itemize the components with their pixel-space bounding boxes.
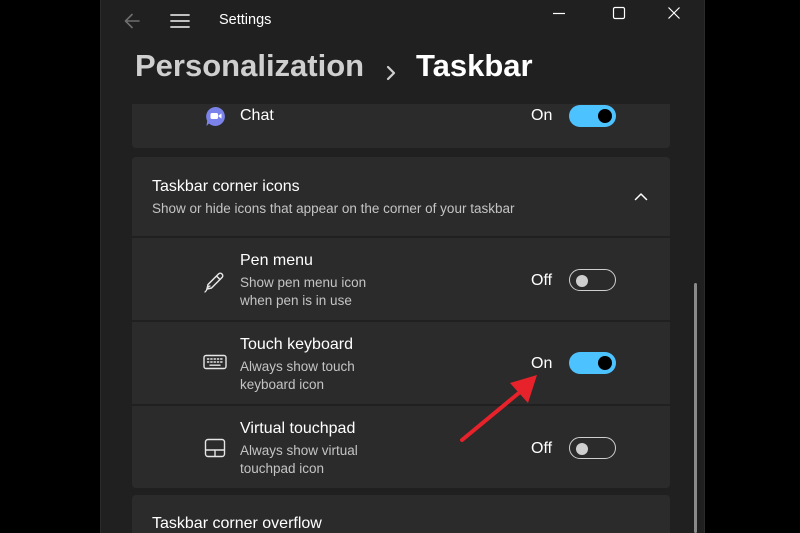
maximize-button[interactable] <box>599 0 639 28</box>
virtual-touchpad-state-label: Off <box>531 440 553 457</box>
back-button[interactable] <box>119 9 145 33</box>
close-button[interactable] <box>654 0 694 28</box>
settings-window: Settings Personalization Taskbar Chat On… <box>100 0 705 533</box>
taskbar-corner-icons-header[interactable]: Taskbar corner icons Show or hide icons … <box>132 157 670 236</box>
breadcrumb-personalization[interactable]: Personalization <box>135 48 364 84</box>
pen-menu-desc-line1: Show pen menu icon <box>240 275 367 290</box>
navigation-menu-button[interactable] <box>168 9 192 33</box>
pen-menu-state-label: Off <box>531 272 553 289</box>
close-icon <box>668 7 680 19</box>
back-arrow-icon <box>124 13 140 29</box>
overflow-section-title: Taskbar corner overflow <box>152 515 322 532</box>
pen-menu-title: Pen menu <box>240 252 313 269</box>
touch-keyboard-desc-line1: Always show touch <box>240 359 355 374</box>
chat-icon <box>204 105 228 129</box>
pen-menu-toggle[interactable] <box>569 269 616 291</box>
chat-state-label: On <box>531 107 553 124</box>
keyboard-icon <box>202 349 228 375</box>
touchpad-icon <box>202 435 228 461</box>
virtual-touchpad-title: Virtual touchpad <box>240 420 356 437</box>
app-title: Settings <box>219 12 272 28</box>
touch-keyboard-toggle[interactable] <box>569 352 616 374</box>
section-title: Taskbar corner icons <box>152 178 300 195</box>
section-subtitle: Show or hide icons that appear on the co… <box>152 201 515 216</box>
pen-menu-desc-line2: when pen is in use <box>240 293 352 308</box>
minimize-icon <box>553 12 565 15</box>
title-bar: Settings <box>101 0 704 42</box>
pen-icon <box>202 268 228 294</box>
touch-keyboard-state-label: On <box>531 355 553 372</box>
virtual-touchpad-desc-line2: touchpad icon <box>240 461 325 476</box>
virtual-touchpad-desc-line1: Always show virtual <box>240 443 358 458</box>
chevron-right-icon <box>383 56 399 92</box>
toggle-knob <box>576 443 588 455</box>
toggle-knob <box>598 109 612 123</box>
chat-setting-row: Chat On <box>132 104 670 148</box>
scrollbar-thumb[interactable] <box>694 283 697 533</box>
toggle-knob <box>576 275 588 287</box>
page-title: Taskbar <box>416 48 533 83</box>
chevron-up-icon[interactable] <box>632 188 650 206</box>
maximize-icon <box>612 6 626 20</box>
taskbar-corner-overflow-header[interactable]: Taskbar corner overflow <box>132 495 670 533</box>
touch-keyboard-title: Touch keyboard <box>240 336 353 353</box>
toggle-knob <box>598 356 612 370</box>
touch-keyboard-desc-line2: keyboard icon <box>240 377 325 392</box>
chat-toggle[interactable] <box>569 105 616 127</box>
chat-label: Chat <box>240 107 274 124</box>
minimize-button[interactable] <box>539 0 579 28</box>
virtual-touchpad-row: Virtual touchpad Always show virtual tou… <box>132 406 670 488</box>
pen-menu-row: Pen menu Show pen menu icon when pen is … <box>132 238 670 320</box>
virtual-touchpad-toggle[interactable] <box>569 437 616 459</box>
touch-keyboard-row: Touch keyboard Always show touch keyboar… <box>132 322 670 404</box>
hamburger-icon <box>170 14 190 28</box>
